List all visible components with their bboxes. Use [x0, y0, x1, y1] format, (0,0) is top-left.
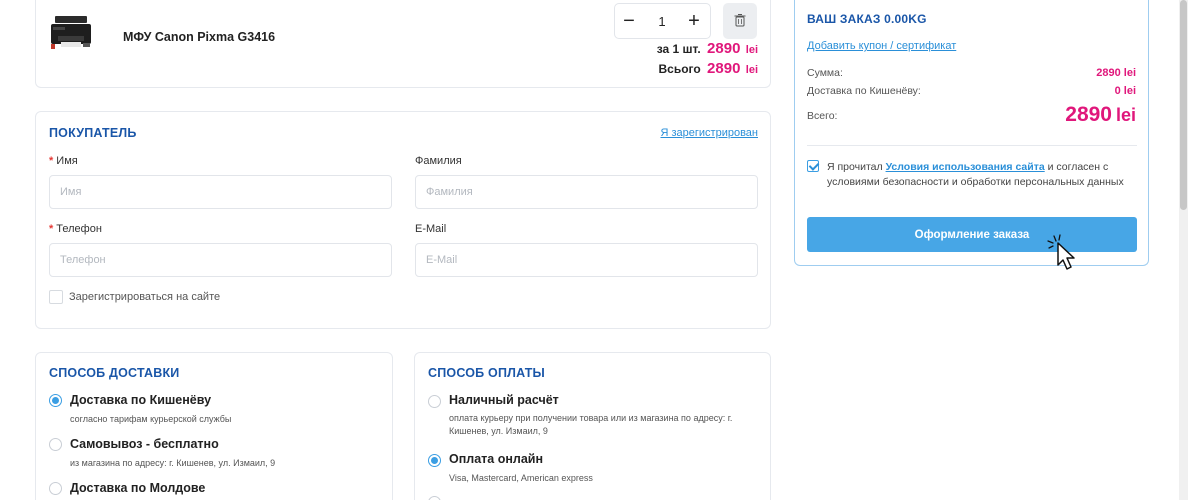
- first-name-label: * Имя: [49, 155, 78, 167]
- trash-icon: [734, 14, 746, 27]
- checkout-button[interactable]: Оформление заказа: [807, 217, 1137, 252]
- last-name-field[interactable]: [415, 175, 758, 209]
- order-summary-card: ВАШ ЗАКАЗ 0.00KG Добавить купон / сертиф…: [794, 0, 1149, 266]
- sum-currency: lei: [1123, 67, 1136, 79]
- delivery-title: СПОСОБ ДОСТАВКИ: [49, 366, 180, 380]
- delivery-cost-label: Доставка по Кишенёву:: [807, 85, 921, 97]
- summary-divider: [807, 145, 1137, 146]
- delivery-option-title: Доставка по Кишенёву: [70, 393, 212, 407]
- payment-radio-cash[interactable]: [428, 395, 441, 408]
- sum-label: Сумма:: [807, 67, 843, 79]
- phone-field[interactable]: [49, 243, 392, 277]
- payment-card: СПОСОБ ОПЛАТЫ Наличный расчёт оплата кур…: [414, 352, 771, 500]
- delivery-option-desc: согласно тарифам курьерской службы: [70, 414, 232, 424]
- agree-text: Я прочитал Условия использования сайта и…: [827, 160, 1137, 190]
- payment-title: СПОСОБ ОПЛАТЫ: [428, 366, 545, 380]
- buyer-title: ПОКУПАТЕЛЬ: [49, 126, 137, 140]
- product-name[interactable]: МФУ Canon Pixma G3416: [123, 30, 275, 44]
- page-scrollbar[interactable]: [1179, 0, 1188, 500]
- delete-item-button[interactable]: [723, 3, 757, 39]
- first-name-field[interactable]: [49, 175, 392, 209]
- email-field[interactable]: [415, 243, 758, 277]
- sum-value: 2890: [1096, 67, 1121, 79]
- delivery-cost-line: 0 lei: [1115, 85, 1136, 97]
- register-label: Зарегистрироваться на сайте: [69, 291, 221, 303]
- buyer-card: ПОКУПАТЕЛЬ Я зарегистрирован *Имя Фамили…: [35, 111, 771, 329]
- order-total-currency: lei: [1115, 105, 1136, 125]
- delivery-cost-currency: lei: [1123, 85, 1136, 97]
- unit-price-line: за 1 шт. 2890 lei: [657, 40, 758, 57]
- payment-option-title: Наличный расчёт: [449, 393, 559, 407]
- product-image[interactable]: [49, 14, 93, 52]
- delivery-option-title: Доставка по Молдове: [70, 481, 206, 495]
- pointer-cursor-icon: [1047, 234, 1075, 270]
- scrollbar-thumb[interactable]: [1180, 0, 1187, 210]
- phone-label: * Телефон: [49, 223, 102, 235]
- payment-option-title: Оплата онлайн: [449, 452, 544, 466]
- delivery-option-desc: из магазина по адресу: г. Кишенев, ул. И…: [70, 458, 276, 468]
- email-label: E-Mail: [415, 223, 447, 235]
- coupon-link[interactable]: Добавить купон / сертификат: [807, 40, 956, 52]
- delivery-radio-moldova[interactable]: [49, 482, 62, 495]
- plus-icon[interactable]: +: [682, 10, 706, 34]
- quantity-stepper: − 1 +: [614, 3, 711, 39]
- unit-price-label: за 1 шт.: [656, 42, 701, 56]
- delivery-card: СПОСОБ ДОСТАВКИ Доставка по Кишенёву сог…: [35, 352, 393, 500]
- terms-link[interactable]: Условия использования сайта: [886, 161, 1045, 173]
- item-total-currency: lei: [745, 64, 758, 76]
- order-total-line: 2890 lei: [1065, 103, 1136, 127]
- registered-link[interactable]: Я зарегистрирован: [660, 127, 758, 139]
- phone-label-text: Телефон: [56, 223, 102, 235]
- last-name-label: Фамилия: [415, 155, 462, 167]
- payment-option-desc: оплата курьеру при получении товара или …: [449, 413, 733, 436]
- order-total-value: 2890: [1065, 103, 1112, 126]
- item-total-line: Всього 2890 lei: [658, 60, 758, 77]
- unit-price-value: 2890: [707, 40, 741, 57]
- payment-radio-online[interactable]: [428, 454, 441, 467]
- quantity-value[interactable]: 1: [651, 14, 673, 29]
- delivery-radio-pickup[interactable]: [49, 438, 62, 451]
- item-total-value: 2890: [707, 60, 741, 77]
- payment-radio-more[interactable]: [428, 496, 441, 500]
- first-name-label-text: Имя: [56, 155, 78, 167]
- unit-price-currency: lei: [745, 44, 758, 56]
- minus-icon[interactable]: −: [617, 10, 641, 34]
- order-title: ВАШ ЗАКАЗ 0.00KG: [807, 12, 927, 26]
- delivery-cost-value: 0: [1114, 85, 1121, 97]
- agree-prefix: Я прочитал: [827, 161, 883, 173]
- delivery-option-title: Самовывоз - бесплатно: [70, 437, 219, 451]
- delivery-radio-courier[interactable]: [49, 394, 62, 407]
- payment-option-desc: Visa, Mastercard, American express: [449, 473, 593, 483]
- item-total-label: Всього: [658, 62, 701, 76]
- total-label: Всего:: [807, 110, 838, 122]
- agree-checkbox[interactable]: [807, 160, 819, 172]
- register-checkbox[interactable]: [49, 290, 63, 304]
- cart-item-card: МФУ Canon Pixma G3416 − 1 + за 1 шт. 289…: [35, 0, 771, 88]
- sum-value-line: 2890 lei: [1096, 67, 1136, 79]
